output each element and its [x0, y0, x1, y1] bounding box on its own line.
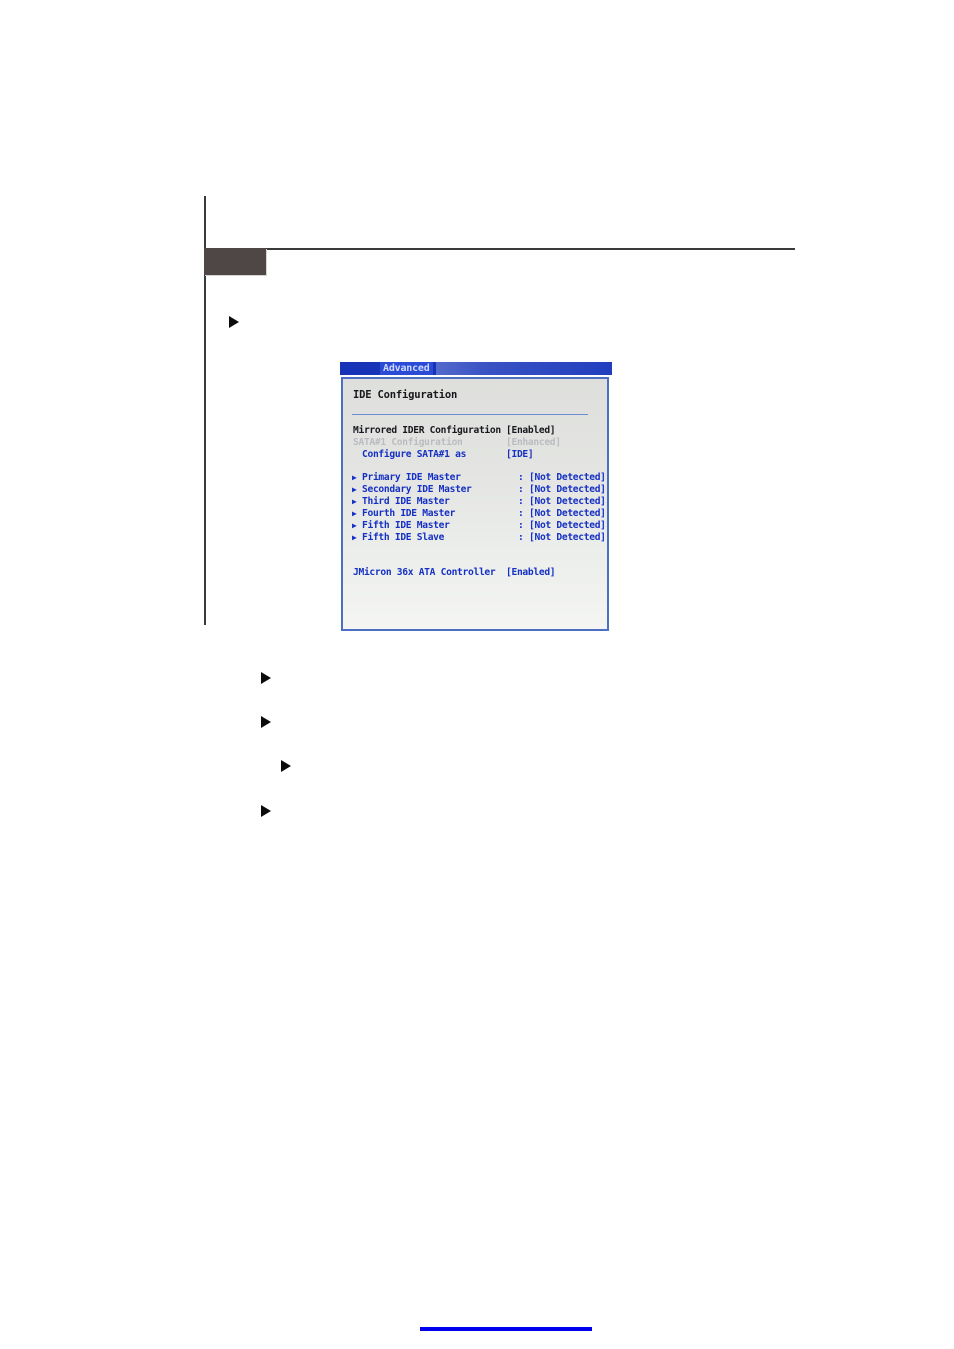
triangle-right-icon: [261, 716, 271, 728]
page-header-horizontal-rule: [204, 248, 795, 250]
bios-device-separator: :: [518, 484, 524, 495]
bios-device-label: Secondary IDE Master: [362, 484, 472, 495]
bios-setting-label: JMicron 36x ATA Controller: [353, 567, 496, 578]
triangle-right-icon: ▶: [352, 473, 357, 482]
bios-device-label: Fifth IDE Master: [362, 520, 450, 531]
footer-blue-rule: [420, 1327, 592, 1331]
bios-device-status: [Not Detected]: [529, 472, 606, 483]
triangle-right-icon: ▶: [352, 533, 357, 542]
bios-content-panel: IDE Configuration Mirrored IDER Configur…: [341, 377, 609, 631]
bios-setting-label: Configure SATA#1 as: [362, 449, 467, 460]
bios-device-separator: :: [518, 520, 524, 531]
bios-setting-row-mirrored-ider[interactable]: Mirrored IDER Configuration [Enabled]: [343, 425, 607, 437]
triangle-right-icon: [261, 672, 271, 684]
bios-device-status: [Not Detected]: [529, 508, 606, 519]
bios-device-status: [Not Detected]: [529, 484, 606, 495]
bios-device-row-secondary-ide-master[interactable]: ▶ Secondary IDE Master : [Not Detected]: [343, 484, 607, 496]
bios-setting-value[interactable]: [Enabled]: [506, 425, 556, 437]
bios-panel-title: IDE Configuration: [353, 389, 458, 401]
triangle-right-icon: ▶: [352, 497, 357, 506]
bios-device-label: Fourth IDE Master: [362, 508, 456, 519]
bios-setting-value[interactable]: [IDE]: [506, 449, 534, 461]
bios-device-row-third-ide-master[interactable]: ▶ Third IDE Master : [Not Detected]: [343, 496, 607, 508]
bios-device-status: [Not Detected]: [529, 532, 606, 543]
bios-device-label: Fifth IDE Slave: [362, 532, 445, 543]
bios-setting-row-jmicron-controller[interactable]: JMicron 36x ATA Controller [Enabled]: [343, 567, 607, 579]
triangle-right-icon: ▶: [352, 509, 357, 518]
section-number-chip: [204, 248, 266, 275]
bios-device-label: Third IDE Master: [362, 496, 450, 507]
bios-menu-tabbar: Advanced: [340, 362, 612, 375]
triangle-right-icon: [281, 760, 291, 772]
bios-setup-screenshot: Advanced IDE Configuration Mirrored IDER…: [340, 362, 612, 633]
bios-device-separator: :: [518, 496, 524, 507]
bios-device-row-fifth-ide-master[interactable]: ▶ Fifth IDE Master : [Not Detected]: [343, 520, 607, 532]
bios-setting-label: SATA#1 Configuration: [353, 437, 463, 448]
bios-device-label: Primary IDE Master: [362, 472, 461, 483]
triangle-right-icon: ▶: [352, 485, 357, 494]
bios-setting-label: Mirrored IDER Configuration: [353, 425, 501, 436]
triangle-right-icon: [261, 805, 271, 817]
bios-setting-value[interactable]: [Enabled]: [506, 567, 556, 579]
tab-advanced[interactable]: Advanced: [380, 362, 433, 375]
bios-tabbar-gradient: [436, 362, 612, 375]
bios-device-separator: :: [518, 472, 524, 483]
bios-device-status: [Not Detected]: [529, 496, 606, 507]
bios-device-separator: :: [518, 508, 524, 519]
triangle-right-icon: [229, 316, 239, 328]
bios-setting-row-sata1-configuration: SATA#1 Configuration [Enhanced]: [343, 437, 607, 449]
bios-device-row-fourth-ide-master[interactable]: ▶ Fourth IDE Master : [Not Detected]: [343, 508, 607, 520]
bios-setting-row-configure-sata1-as[interactable]: Configure SATA#1 as [IDE]: [343, 449, 607, 461]
bios-device-row-fifth-ide-slave[interactable]: ▶ Fifth IDE Slave : [Not Detected]: [343, 532, 607, 544]
bios-device-separator: :: [518, 532, 524, 543]
triangle-right-icon: ▶: [352, 521, 357, 530]
bios-device-row-primary-ide-master[interactable]: ▶ Primary IDE Master : [Not Detected]: [343, 472, 607, 484]
bios-setting-value: [Enhanced]: [506, 437, 561, 448]
bios-title-divider: [352, 414, 588, 415]
bios-device-status: [Not Detected]: [529, 520, 606, 531]
